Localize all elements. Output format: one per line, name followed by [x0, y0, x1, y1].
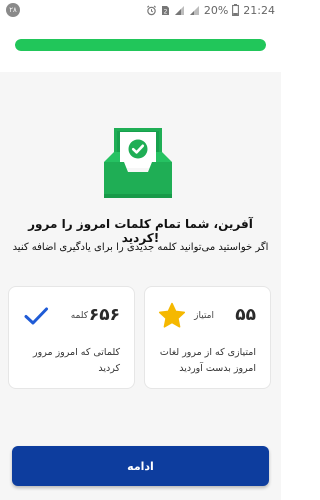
score-card: ۵۵ امتیاز امتیازی که از مرور لغات امروز … [144, 286, 271, 389]
progress-area [0, 20, 281, 72]
notification-badge: ۲۸ [6, 3, 20, 17]
battery-percent: 20% [203, 3, 229, 17]
status-right: 2 20% 21:24 [146, 4, 275, 17]
score-description: امتیازی که از مرور لغات امروز بدست آوردی… [159, 347, 256, 374]
signal-icon [174, 5, 184, 15]
words-unit: کلمه [70, 311, 88, 321]
completion-screen: آفرین، شما تمام کلمات امروز را مرور کردی… [0, 72, 281, 500]
completion-title: آفرین، شما تمام کلمات امروز را مرور کردی… [28, 217, 253, 245]
star-icon [158, 302, 186, 328]
battery-icon [232, 4, 240, 16]
svg-text:2: 2 [163, 8, 167, 15]
words-number: ۶۵۶ [88, 305, 120, 325]
alarm-icon [146, 5, 156, 15]
sim-icon: 2 [161, 5, 169, 15]
score-number: ۵۵ [235, 305, 256, 325]
score-unit: امتیاز [194, 311, 214, 321]
clock: 21:24 [243, 3, 275, 17]
words-description: کلماتی که امروز مرور کردید [33, 347, 120, 374]
status-left: ۲۸ [6, 3, 20, 17]
continue-button[interactable]: ادامه [12, 446, 269, 486]
completion-subtitle: اگر خواستید می‌توانید کلمه جدیدی را برای… [12, 242, 269, 253]
inbox-check-icon [104, 128, 172, 198]
signal-2-icon [189, 5, 199, 15]
progress-fill [15, 39, 266, 51]
progress-bar [15, 39, 266, 51]
status-bar: ۲۸ 2 20% 21:24 [0, 0, 281, 20]
checkmark-icon [24, 307, 48, 325]
words-card: ۶۵۶ کلمه کلماتی که امروز مرور کردید [8, 286, 135, 389]
